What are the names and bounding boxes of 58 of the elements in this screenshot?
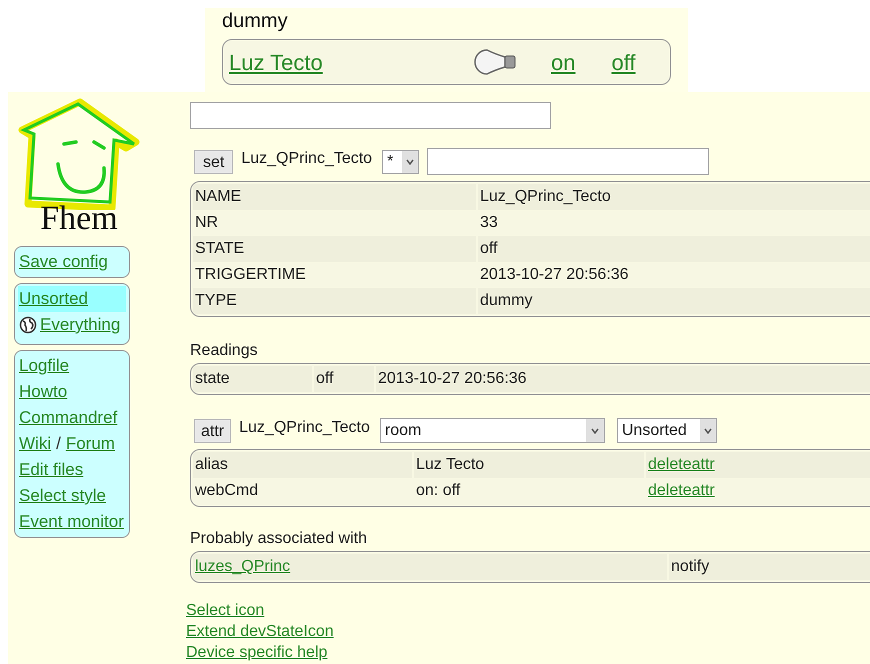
page-link[interactable]: Device specific help — [186, 642, 328, 663]
table-cell: webCmd — [195, 482, 258, 499]
globe-icon — [19, 316, 37, 334]
caret-icon — [406, 158, 414, 164]
table-cell: NR — [195, 214, 218, 231]
menu-link[interactable]: Wiki — [19, 434, 52, 453]
menu-link[interactable]: Forum — [66, 434, 115, 453]
table-cell: Luz Tecto — [416, 456, 484, 473]
delete-link[interactable]: deleteattr — [648, 482, 715, 499]
room-title: dummy — [222, 9, 288, 33]
menu-link[interactable]: Everything — [19, 312, 120, 338]
value-select[interactable]: Unsorted — [616, 418, 717, 443]
section-title: Readings — [190, 341, 258, 361]
attr-button[interactable]: attr — [194, 418, 232, 442]
table-cell: TYPE — [195, 292, 237, 309]
menu-link[interactable]: Select style — [19, 486, 106, 505]
command-link[interactable]: on — [551, 46, 576, 78]
set-button[interactable]: set — [194, 150, 234, 174]
table-cell: dummy — [480, 292, 532, 309]
table-cell: notify — [671, 558, 710, 575]
section-title: Probably associated with — [190, 529, 367, 549]
attribute-select[interactable]: room — [380, 418, 605, 443]
table-cell: off — [316, 370, 334, 387]
command-input-field[interactable] — [190, 102, 551, 129]
table-cell: TRIGGERTIME — [195, 266, 306, 283]
menu-link[interactable]: Logfile — [19, 356, 70, 375]
device-name: Luz_QPrinc_Tecto — [239, 418, 370, 438]
menu-link[interactable]: Save config — [19, 252, 108, 271]
table-cell: state — [195, 370, 230, 387]
select-value: room — [384, 420, 422, 440]
menu-link[interactable]: Commandref — [19, 408, 118, 427]
page-link[interactable]: Extend devStateIcon — [186, 621, 334, 642]
menu-link[interactable]: Event monitor — [19, 512, 124, 531]
table-cell: 33 — [480, 214, 498, 231]
table-cell: STATE — [195, 240, 244, 257]
table-cell: NAME — [195, 188, 242, 205]
table-cell: off — [480, 240, 498, 257]
delete-link[interactable]: deleteattr — [648, 456, 715, 473]
logo-text: Fhem — [40, 202, 118, 236]
caret-icon — [590, 428, 599, 434]
caret-icon — [704, 428, 712, 434]
menu-link[interactable]: Howto — [19, 382, 68, 401]
table-cell: on: off — [416, 482, 460, 499]
device-link[interactable]: Luz Tecto — [229, 46, 473, 78]
set-value-field[interactable] — [427, 148, 710, 175]
set-select[interactable]: * — [382, 150, 420, 174]
menu-link[interactable]: Edit files — [19, 460, 84, 479]
select-value: * — [387, 152, 394, 172]
table-cell: 2013-10-27 20:56:36 — [480, 266, 629, 283]
table-cell: alias — [195, 456, 228, 473]
table-cell: 2013-10-27 20:56:36 — [378, 370, 527, 387]
device-link[interactable]: luzes_QPrinc — [195, 558, 290, 575]
separator-text: / — [56, 434, 61, 453]
device-name: Luz_QPrinc_Tecto — [241, 148, 372, 168]
table-cell: Luz_QPrinc_Tecto — [480, 188, 611, 205]
page-link[interactable]: Select icon — [186, 600, 264, 621]
command-link[interactable]: off — [611, 46, 636, 78]
select-value: Unsorted — [622, 420, 687, 440]
